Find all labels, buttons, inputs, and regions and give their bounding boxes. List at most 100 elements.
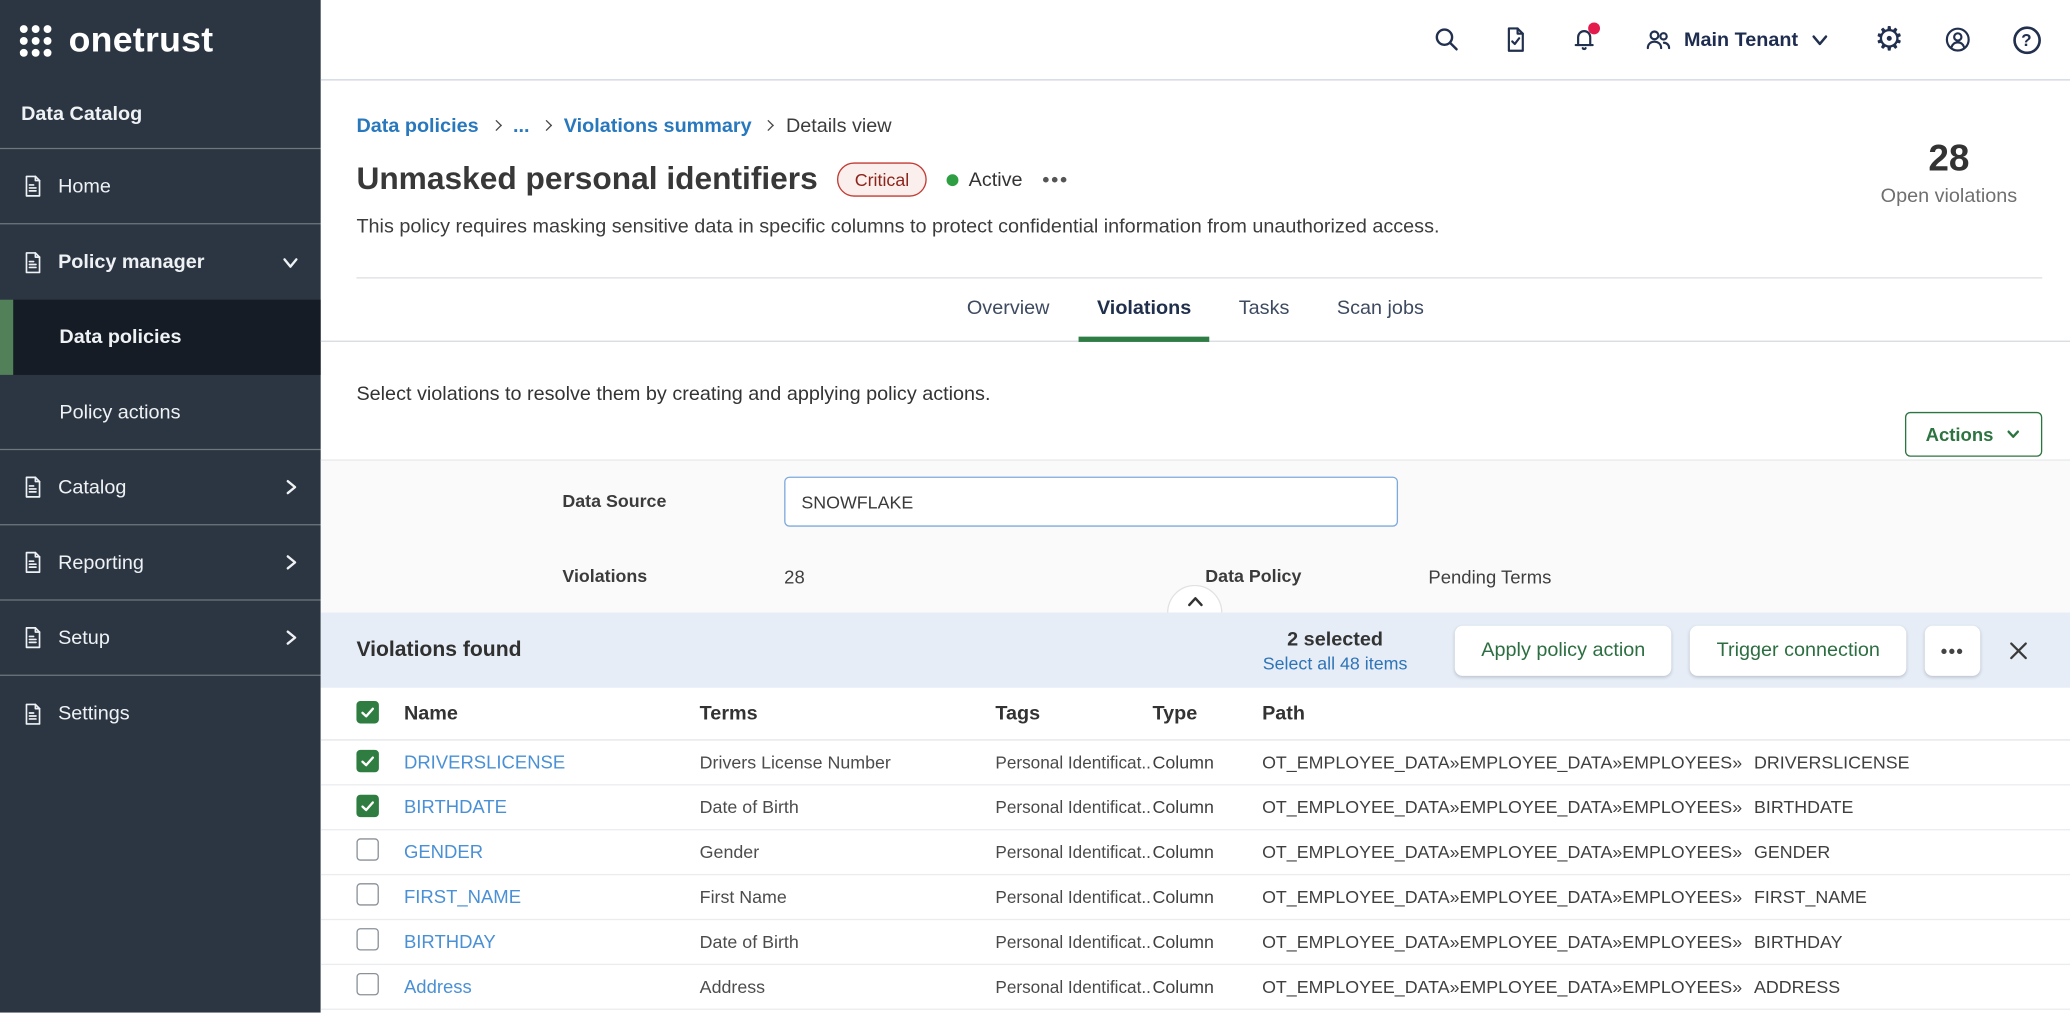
actions-button-label: Actions	[1926, 424, 1994, 445]
apply-policy-action-button[interactable]: Apply policy action	[1455, 625, 1672, 675]
breadcrumb-link[interactable]: Data policies	[356, 115, 478, 137]
severity-badge: Critical	[838, 162, 927, 196]
sidebar-item-policy-manager[interactable]: Policy manager	[0, 224, 321, 299]
violation-type: Column	[1152, 932, 1262, 952]
document-check-icon[interactable]	[1500, 25, 1529, 54]
table-row: FIRST_NAME First Name Personal Identific…	[321, 875, 2070, 920]
breadcrumb-current: Details view	[786, 115, 892, 137]
page-description: This policy requires masking sensitive d…	[356, 215, 1439, 237]
document-icon	[21, 551, 45, 575]
tab-tasks[interactable]: Tasks	[1220, 279, 1308, 342]
logo-text: onetrust	[69, 20, 214, 61]
chevron-right-icon	[281, 478, 299, 496]
sidebar-item-catalog[interactable]: Catalog	[0, 450, 321, 525]
breadcrumb: Data policies ... Violations summary Det…	[356, 115, 891, 137]
help-icon[interactable]: ?	[2012, 25, 2041, 54]
settings-gear-icon[interactable]: ⚙	[1875, 25, 1904, 54]
violation-tags: Personal Identificat...	[995, 977, 1152, 997]
tab-bar: Overview Violations Tasks Scan jobs	[321, 279, 2070, 342]
violation-name-link[interactable]: Address	[404, 975, 472, 996]
tenant-selector[interactable]: Main Tenant	[1643, 25, 1830, 54]
product-name: Data Catalog	[0, 81, 321, 150]
row-checkbox[interactable]	[356, 838, 378, 860]
tab-violations[interactable]: Violations	[1078, 279, 1209, 342]
violation-path: OT_EMPLOYEE_DATA»EMPLOYEE_DATA»EMPLOYEES…	[1262, 842, 2044, 862]
table-row: BIRTHDAY Date of Birth Personal Identifi…	[321, 920, 2070, 965]
table-row: GENDER Gender Personal Identificat... Co…	[321, 830, 2070, 875]
account-icon[interactable]	[1943, 25, 1972, 54]
violation-path: OT_EMPLOYEE_DATA»EMPLOYEE_DATA»EMPLOYEES…	[1262, 797, 2044, 817]
violation-type: Column	[1152, 977, 1262, 997]
close-toolbar-button[interactable]	[2004, 636, 2033, 665]
search-icon[interactable]	[1432, 25, 1461, 54]
logo[interactable]: onetrust	[0, 0, 321, 81]
chevron-down-icon	[1810, 30, 1830, 50]
violation-term: Date of Birth	[700, 797, 996, 817]
main-content: Data policies ... Violations summary Det…	[321, 81, 2070, 1013]
row-checkbox[interactable]	[356, 972, 378, 994]
notification-badge-dot	[1588, 22, 1600, 34]
data-source-input[interactable]	[784, 477, 1398, 527]
row-checkbox[interactable]	[356, 883, 378, 905]
sidebar-item-label: Catalog	[58, 476, 126, 498]
sidebar-item-setup[interactable]: Setup	[0, 601, 321, 676]
violations-table: Name Terms Tags Type Path DRIVERSLICENSE…	[321, 688, 2070, 1013]
data-policy-label: Data Policy	[1205, 566, 1301, 586]
row-checkbox[interactable]	[356, 794, 378, 816]
breadcrumb-separator-icon	[490, 120, 501, 131]
table-row: Address Address Personal Identificat... …	[321, 965, 2070, 1010]
tab-scan-jobs[interactable]: Scan jobs	[1318, 279, 1442, 342]
select-all-link[interactable]: Select all 48 items	[1263, 653, 1408, 673]
violation-name-link[interactable]: GENDER	[404, 840, 483, 861]
filter-panel: Data Source Violations 28 Data Policy Pe…	[321, 459, 2070, 612]
sidebar-item-data-policies[interactable]: Data policies	[0, 300, 321, 375]
sidebar-item-label: Policy actions	[59, 401, 180, 423]
toolbar-more-button[interactable]: •••	[1925, 625, 1980, 675]
breadcrumb-link[interactable]: ...	[513, 115, 530, 137]
selection-toolbar: Violations found 2 selected Select all 4…	[321, 613, 2070, 688]
sidebar-item-reporting[interactable]: Reporting	[0, 525, 321, 600]
violation-tags: Personal Identificat...	[995, 797, 1152, 817]
breadcrumb-link[interactable]: Violations summary	[564, 115, 752, 137]
violation-name-link[interactable]: FIRST_NAME	[404, 885, 521, 906]
violation-type: Column	[1152, 887, 1262, 907]
document-icon	[21, 174, 45, 198]
table-row: BIRTHDATE Date of Birth Personal Identif…	[321, 785, 2070, 830]
table-row: DRIVERSLICENSE Drivers License Number Pe…	[321, 741, 2070, 786]
chevron-up-icon	[1185, 593, 1205, 610]
more-menu-button[interactable]: •••	[1042, 168, 1069, 190]
actions-button[interactable]: Actions	[1905, 412, 2043, 457]
selection-summary: 2 selected Select all 48 items	[1263, 628, 1408, 673]
sidebar-item-label: Settings	[58, 702, 130, 724]
violation-name-link[interactable]: BIRTHDATE	[404, 795, 507, 816]
sidebar-item-policy-actions[interactable]: Policy actions	[0, 375, 321, 450]
row-checkbox[interactable]	[356, 927, 378, 949]
tenant-users-icon	[1643, 25, 1672, 54]
violation-name-link[interactable]: BIRTHDAY	[404, 930, 496, 951]
data-policy-value: Pending Terms	[1428, 566, 1551, 587]
violations-table-body: DRIVERSLICENSE Drivers License Number Pe…	[321, 741, 2070, 1010]
tab-overview[interactable]: Overview	[948, 279, 1067, 342]
close-icon	[2007, 638, 2031, 662]
violation-path: OT_EMPLOYEE_DATA»EMPLOYEE_DATA»EMPLOYEES…	[1262, 932, 2044, 952]
sidebar-item-label: Setup	[58, 626, 110, 648]
sidebar-item-home[interactable]: Home	[0, 149, 321, 224]
collapse-panel-button[interactable]	[1167, 585, 1222, 613]
violation-term: Drivers License Number	[700, 752, 996, 772]
violations-label: Violations	[562, 566, 647, 586]
violation-term: Date of Birth	[700, 932, 996, 952]
notifications-bell-icon[interactable]	[1569, 25, 1598, 54]
table-header-row: Name Terms Tags Type Path	[321, 688, 2070, 741]
document-icon	[21, 702, 45, 726]
select-all-checkbox[interactable]	[356, 701, 378, 723]
violation-type: Column	[1152, 842, 1262, 862]
sidebar-item-label: Data policies	[59, 326, 181, 348]
sidebar-item-settings[interactable]: Settings	[0, 676, 321, 751]
violation-name-link[interactable]: DRIVERSLICENSE	[404, 751, 565, 772]
breadcrumb-separator-icon	[763, 120, 774, 131]
row-checkbox[interactable]	[356, 749, 378, 771]
trigger-connection-button[interactable]: Trigger connection	[1690, 625, 1906, 675]
page-title: Unmasked personal identifiers	[356, 161, 817, 198]
column-header-type: Type	[1152, 702, 1262, 724]
violation-tags: Personal Identificat...	[995, 887, 1152, 907]
